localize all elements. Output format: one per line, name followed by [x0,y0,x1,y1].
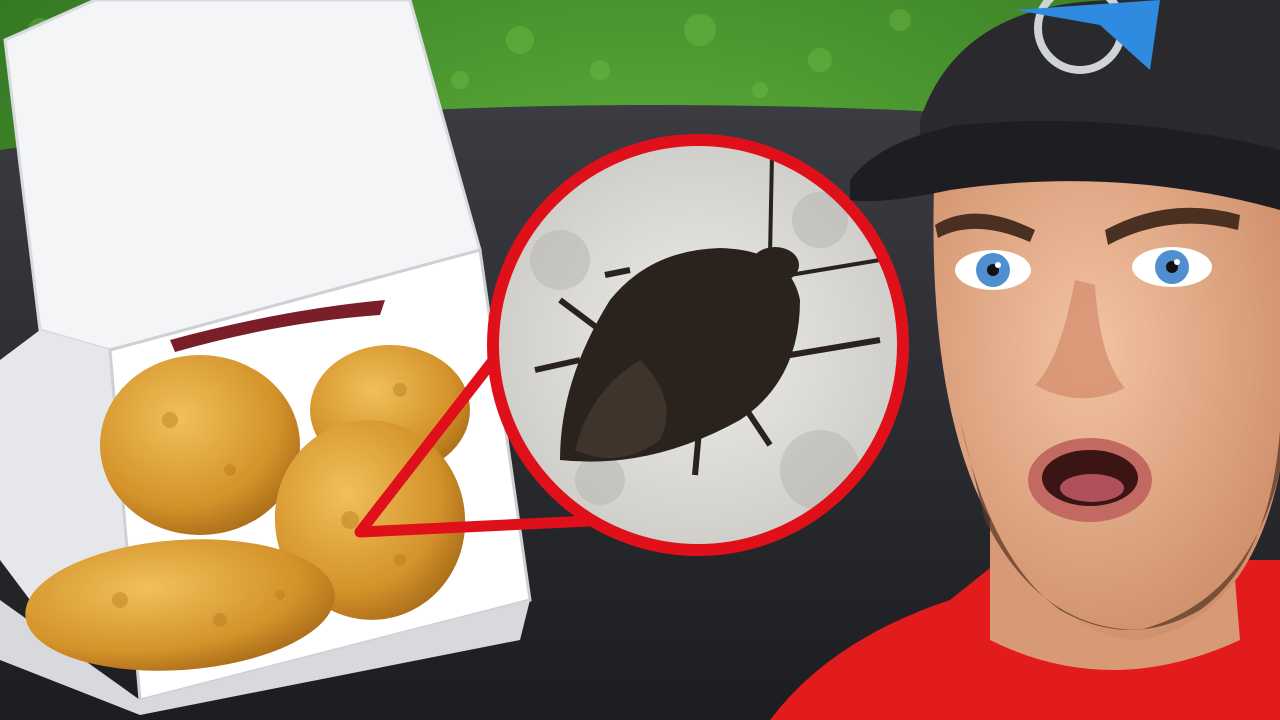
thumbnail-scene [0,0,1280,720]
right-eye [1132,247,1212,287]
left-eye [955,250,1031,290]
zoom-callout [487,134,909,556]
open-mouth [1028,438,1152,522]
nugget [100,355,300,535]
thumbnail-svg [0,0,1280,720]
